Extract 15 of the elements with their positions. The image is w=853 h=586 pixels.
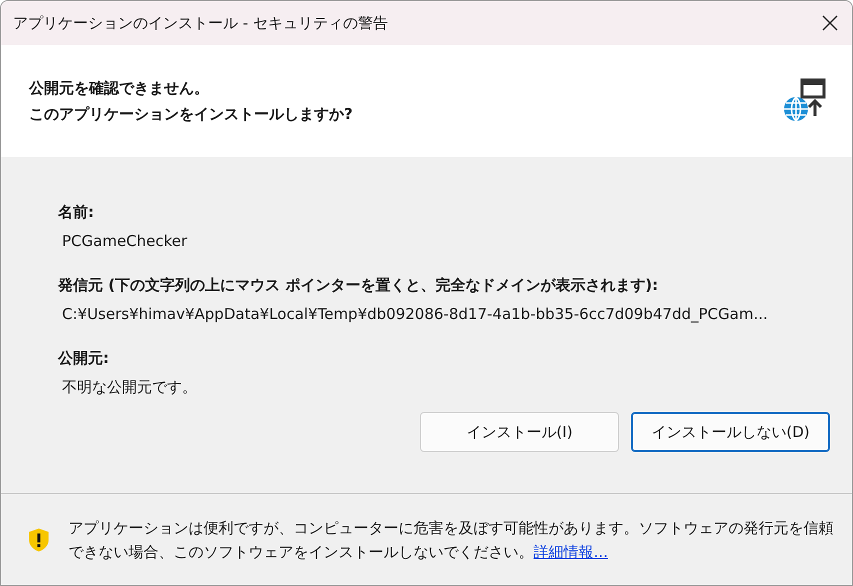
header-text: 公開元を確認できません。: [29, 78, 210, 98]
field-value: PCGameChecker: [61, 230, 188, 252]
header-text: このアプリケーションをインストールしますか?: [29, 104, 353, 125]
close-icon: [822, 15, 838, 31]
field-value: C:¥Users¥himav¥AppData¥Local¥Temp¥db092086-8d17-4a1b-bb35-6cc7d09b47dd_PCGam...: [61, 304, 769, 324]
dialog-button[interactable]: インストール(I): [420, 412, 619, 452]
field-value: 不明な公開元です。: [61, 376, 198, 398]
field-label: 名前:: [58, 202, 95, 223]
field-label: 公開元:: [58, 348, 110, 369]
globe-install-icon: [782, 78, 828, 124]
field-label: 発信元 (下の文字列の上にマウス ポインターを置くと、完全なドメインが表示されます):: [58, 275, 660, 296]
warning-text: アプリケーションは便利ですが、コンピューターに危害を及ぼす可能性があります。ソフトウェアの発行元を信頼できない場合、このソフトウェアをインストールしないでください。詳細情報...: [68, 518, 835, 562]
more-info-link[interactable]: 詳細情報...: [534, 542, 608, 560]
dialog-button[interactable]: インストールしない(D): [631, 412, 830, 452]
window-title: アプリケーションのインストール - セキュリティの警告: [13, 12, 388, 34]
